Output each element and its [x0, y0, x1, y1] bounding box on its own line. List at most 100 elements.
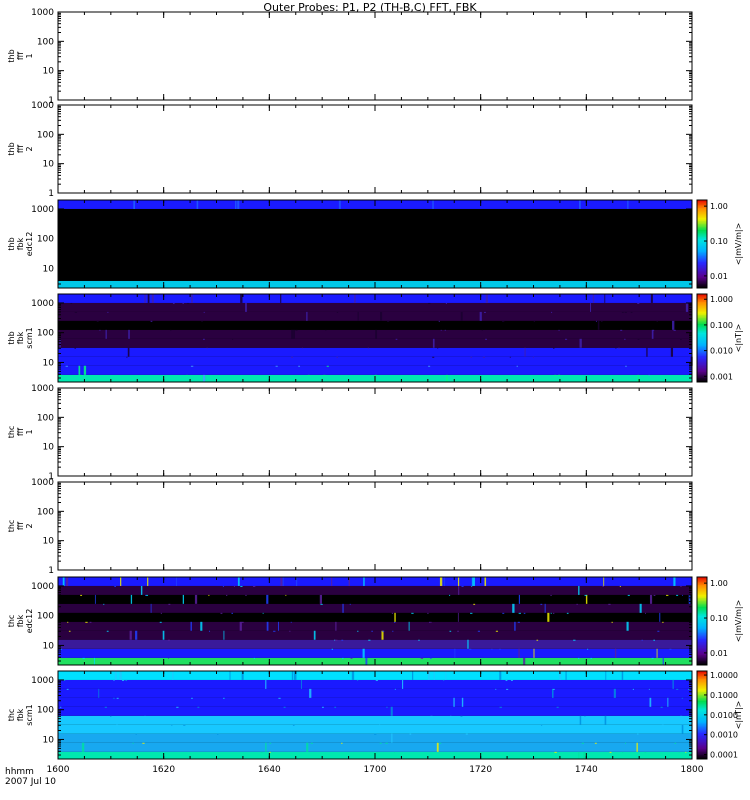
streak [688, 594, 691, 604]
x-tick-label: 1800 [681, 765, 704, 775]
streak [125, 679, 128, 681]
streak [367, 347, 369, 349]
band-7 [58, 311, 692, 321]
streak [392, 630, 394, 632]
streak [151, 294, 154, 303]
streak [386, 706, 388, 708]
streak [579, 200, 581, 209]
ylabel-line: fff [16, 522, 25, 531]
streak [191, 697, 193, 699]
x-tick-label: 1700 [364, 765, 387, 775]
band-5 [58, 706, 692, 716]
streak [679, 338, 682, 340]
streak [115, 724, 119, 726]
streak [581, 742, 584, 744]
streak [103, 603, 105, 605]
streak [99, 329, 101, 331]
streak [656, 648, 658, 658]
plot-area [58, 388, 692, 476]
streak [176, 706, 179, 708]
band-5 [58, 329, 692, 339]
streak [401, 679, 404, 689]
streak [354, 294, 356, 303]
streak [499, 671, 502, 680]
streak [432, 356, 435, 358]
ylabel-line: fbk [16, 614, 25, 627]
streak [550, 594, 552, 596]
streak [186, 374, 188, 376]
streak [554, 751, 557, 753]
band-4 [58, 338, 692, 348]
band-4 [58, 715, 692, 725]
y-tick-label: 1 [48, 566, 54, 576]
panel-ylabel: thc fbk edc12 [7, 609, 34, 634]
streak [602, 585, 604, 587]
streak [62, 577, 65, 586]
streak [659, 612, 661, 622]
ylabel-line: fff [16, 145, 25, 154]
streak [290, 621, 292, 623]
streak [461, 585, 464, 587]
streak [293, 329, 295, 339]
streak [518, 612, 521, 614]
streak [585, 594, 588, 604]
y-tick-label: 100 [37, 507, 54, 517]
streak [336, 356, 339, 358]
streak [613, 688, 616, 698]
streak [621, 671, 624, 680]
streak [650, 294, 653, 303]
ylabel-line: thb [7, 142, 16, 155]
streak [481, 329, 483, 331]
band-7 [58, 594, 692, 604]
streak [651, 657, 654, 659]
streak [587, 648, 589, 650]
streak [70, 302, 73, 304]
streak [291, 329, 294, 339]
streak [289, 630, 291, 632]
streak [334, 706, 337, 708]
streak [460, 715, 463, 717]
streak [365, 657, 368, 665]
streak [394, 688, 396, 690]
y-tick-label: 10 [43, 160, 55, 170]
streak [168, 603, 171, 605]
streak [222, 585, 224, 587]
streak [135, 630, 138, 640]
streak [573, 639, 576, 641]
streak [113, 679, 115, 681]
streak [85, 621, 88, 623]
colorbar-tick-label: 0.1000 [710, 691, 738, 700]
streak [331, 648, 333, 650]
streak [600, 320, 603, 322]
streak [484, 311, 486, 313]
streak [325, 329, 327, 331]
streak [387, 320, 390, 322]
streak [133, 200, 135, 209]
streak [428, 302, 431, 304]
streak [306, 742, 309, 752]
streak [411, 612, 414, 614]
panel-thb-fff-2: 1 10 100 1000 thb fff 2 [7, 101, 693, 199]
streak [544, 603, 546, 613]
streak [59, 374, 62, 376]
y-tick-label: 100 [37, 37, 54, 47]
streak [579, 715, 582, 725]
panel-thc-fff-1: 1 10 100 1000 thc fff 1 [7, 384, 693, 482]
streak [624, 311, 627, 313]
streak [338, 200, 340, 209]
colorbar-tick-label: 1.00 [710, 579, 728, 588]
streak [119, 671, 122, 680]
streak [479, 311, 482, 321]
y-tick-label: 10 [43, 264, 55, 274]
streak [578, 585, 580, 595]
streak [301, 679, 302, 689]
streak [556, 706, 559, 708]
streak [485, 338, 487, 340]
streak [449, 594, 451, 596]
panel-ylabel: thb fbk scm1 [7, 327, 34, 348]
y-tick-label: 100 [37, 413, 54, 423]
streak [597, 320, 600, 330]
streak [147, 294, 150, 303]
streak [162, 630, 165, 640]
band-1 [58, 648, 692, 658]
